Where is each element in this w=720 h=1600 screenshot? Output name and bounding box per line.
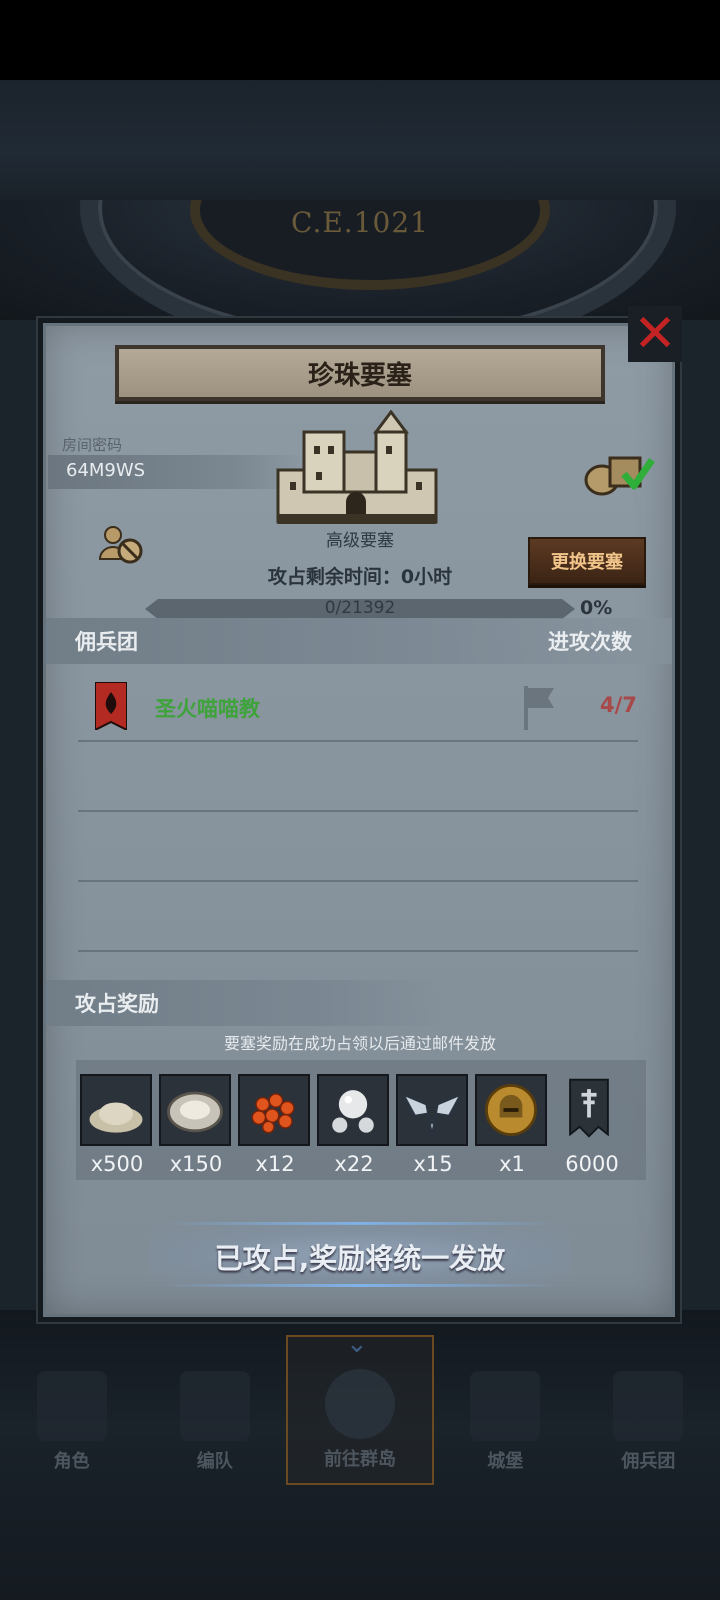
room-code-label: 房间密码: [62, 436, 123, 454]
nav-item-formation[interactable]: 编队: [143, 1335, 286, 1485]
nav-label: 前往群岛: [324, 1449, 396, 1470]
reward-qty: x150: [169, 1152, 223, 1176]
pearl-icon: [317, 1074, 389, 1146]
mercenary-header-left: 佣兵团: [75, 630, 138, 654]
rewards-note: 要塞奖励在成功占领以后通过邮件发放: [223, 1034, 496, 1053]
nav-item-character[interactable]: 角色: [0, 1335, 143, 1485]
clan-name[interactable]: 圣火喵喵教: [155, 693, 260, 723]
loot-collected-icon[interactable]: [584, 446, 656, 498]
knight-icon: [36, 1371, 107, 1441]
claim-divider-bottom: [160, 1284, 560, 1287]
fortress-name: 高级要塞: [326, 531, 394, 551]
status-bar-area: [0, 0, 720, 80]
modal-title: 珍珠要塞: [115, 345, 605, 401]
reward-item[interactable]: x12: [238, 1074, 312, 1176]
nav-item-castle[interactable]: 城堡: [434, 1335, 577, 1485]
oyster-icon: [159, 1074, 231, 1146]
reward-item[interactable]: x150: [159, 1074, 233, 1176]
castle-icon: [470, 1371, 541, 1441]
close-button[interactable]: ✕: [628, 306, 682, 362]
top-banner-bg: [0, 80, 720, 200]
left-side-bg: [0, 320, 40, 1330]
guild-banner-icon: [555, 1074, 627, 1146]
reward-qty: x500: [90, 1152, 144, 1176]
powder-icon: [80, 1074, 152, 1146]
close-icon: ✕: [633, 304, 677, 364]
time-left: 攻占剩余时间：0小时: [267, 566, 453, 588]
era-label: C.E.1021: [291, 206, 429, 239]
reward-qty: x1: [499, 1152, 525, 1176]
rewards-title: 攻占奖励: [75, 992, 159, 1016]
row-divider: [78, 740, 638, 742]
reward-item[interactable]: x22: [317, 1074, 391, 1176]
reward-qty: x22: [334, 1152, 374, 1176]
fire-banner-icon: [95, 682, 127, 730]
reward-item[interactable]: x1: [475, 1074, 549, 1176]
nav-label: 佣兵团: [621, 1451, 676, 1472]
helmet-icon: [179, 1371, 250, 1441]
reward-qty: x15: [413, 1152, 453, 1176]
fortress-castle-icon: [276, 410, 438, 524]
progress-percent: 0%: [580, 597, 613, 619]
nav-label: 角色: [53, 1451, 90, 1472]
change-fortress-button[interactable]: 更换要塞: [528, 537, 646, 585]
gold-helmet-coin-icon: [475, 1074, 547, 1146]
bottom-nav: 角色 编队 ⌄ 前往群岛 城堡 佣兵团: [0, 1329, 720, 1485]
nav-item-islands[interactable]: ⌄ 前往群岛: [286, 1329, 434, 1485]
no-member-icon[interactable]: [98, 523, 144, 565]
chevron-down-icon: ⌄: [346, 1329, 368, 1359]
nav-item-mercenary[interactable]: 佣兵团: [577, 1335, 720, 1485]
reward-qty: 6000: [565, 1152, 619, 1176]
winged-emblem-icon: [396, 1074, 468, 1146]
reward-qty: x12: [255, 1152, 295, 1176]
progress-text: 0/21392: [324, 598, 396, 618]
reward-item[interactable]: x15: [396, 1074, 470, 1176]
row-divider: [78, 880, 638, 882]
mercenary-header-right: 进攻次数: [548, 630, 632, 654]
ship-icon: [613, 1371, 684, 1441]
row-divider: [78, 810, 638, 812]
reward-item[interactable]: x500: [80, 1074, 154, 1176]
globe-icon: [325, 1369, 395, 1439]
right-side-bg: [680, 320, 720, 1330]
attack-count: 4/7: [600, 693, 637, 717]
reward-item[interactable]: 6000: [555, 1074, 629, 1176]
roe-icon: [238, 1074, 310, 1146]
flag-icon: [524, 686, 554, 730]
nav-label: 编队: [196, 1451, 233, 1472]
row-divider: [78, 950, 638, 952]
nav-label: 城堡: [487, 1451, 524, 1472]
room-code-value[interactable]: 64M9WS: [66, 460, 145, 481]
claim-status-text: 已攻占,奖励将统一发放: [214, 1242, 506, 1275]
